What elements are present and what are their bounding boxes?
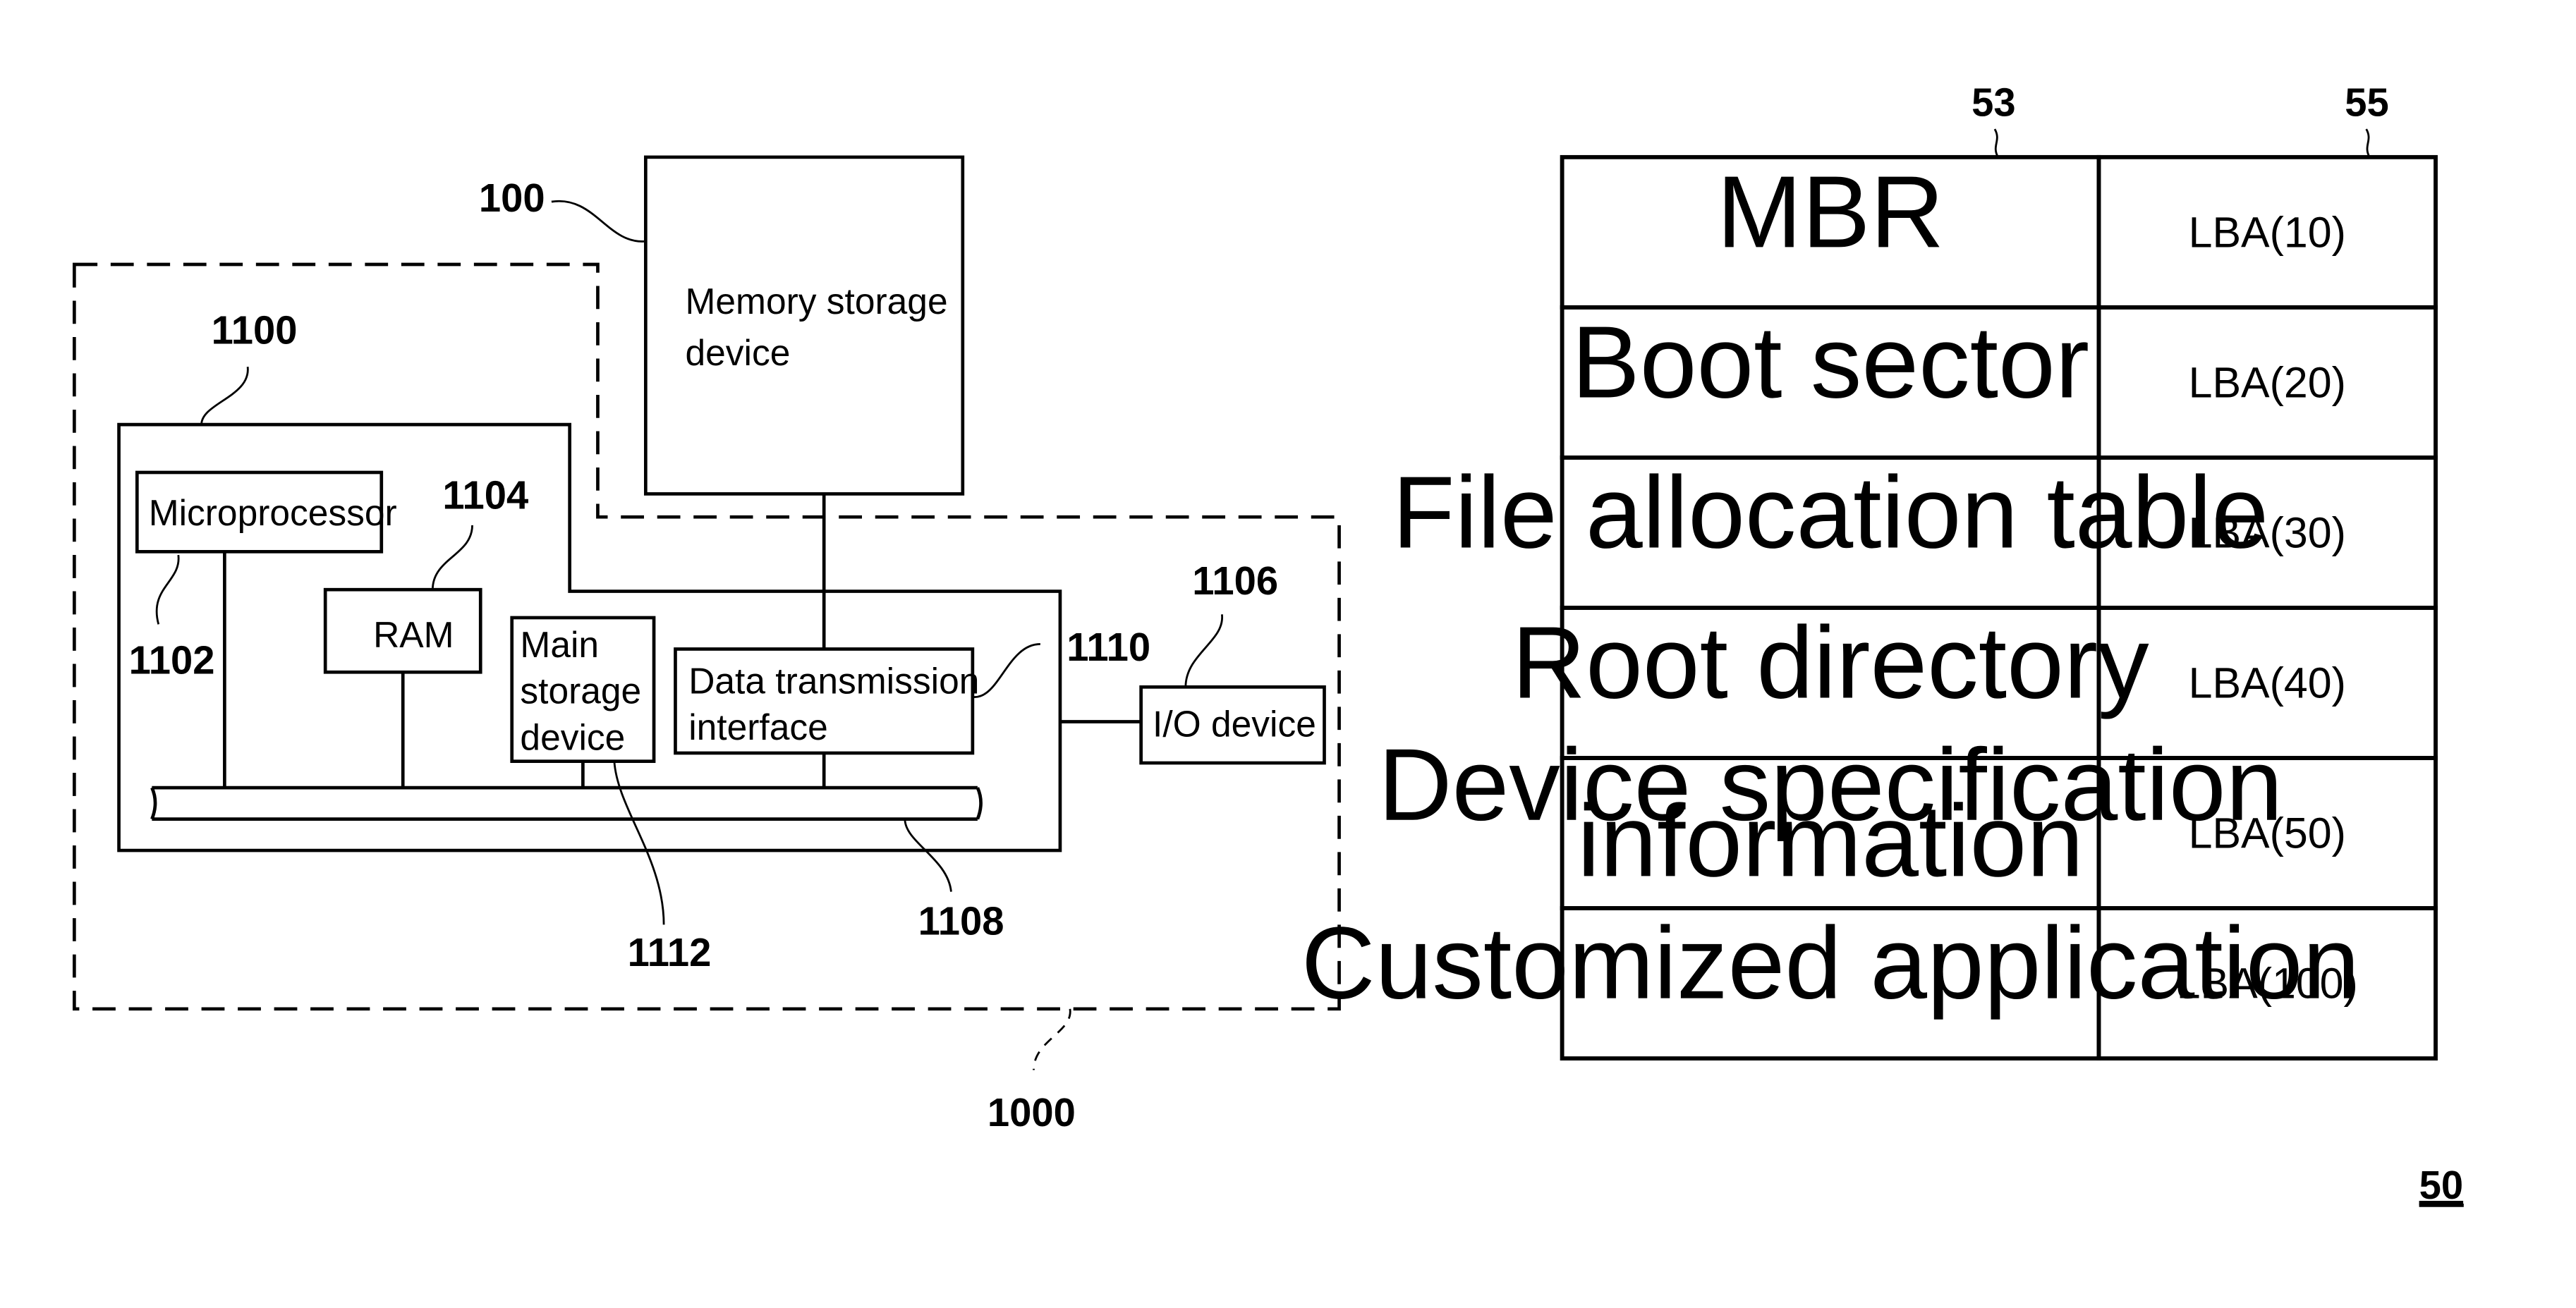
leader-53 [1993, 128, 1999, 158]
ref-1110: 1110 [1067, 625, 1150, 669]
svg-text:device: device [686, 332, 791, 373]
row-name-text: Boot sector [1572, 305, 2089, 419]
table-row: MBR LBA(10) [1560, 154, 2438, 310]
main-storage-label-3: device [520, 716, 625, 757]
leader-55 [2365, 128, 2371, 158]
ref-100: 100 [479, 176, 545, 220]
leader-1102 [155, 554, 180, 625]
leader-1000 [1033, 1008, 1071, 1070]
ref-1102: 1102 [129, 638, 215, 683]
patent-figure: Memory storage device Microprocessor RAM… [73, 80, 2464, 1207]
data-interface-label-2: interface [688, 707, 828, 747]
partition-table: MBR LBA(10) Boot sector LBA(20) File allocat… [1301, 154, 2438, 1061]
memory-storage-device-box [644, 155, 965, 496]
leader-1106 [1184, 614, 1223, 687]
row-name-text: MBR [1717, 154, 1945, 269]
main-storage-label-1: Main [520, 624, 599, 665]
leader-1112 [613, 761, 665, 925]
table-row: Customized applicationLBA(100) [1301, 906, 2438, 1061]
leader-1108 [904, 819, 952, 892]
row-address-text: LBA(20) [2189, 358, 2346, 406]
ref-1100: 1100 [212, 307, 298, 352]
main-storage-label-2: storage [520, 671, 641, 711]
ref-55: 55 [2345, 80, 2388, 124]
row-address-text: LBA(100) [2177, 960, 2358, 1008]
table-row: Boot sector LBA(20) [1560, 305, 2438, 460]
leader-100 [551, 200, 646, 243]
io-device-label: I/O device [1153, 704, 1316, 745]
system-bus [150, 786, 983, 821]
row-address-text: LBA(10) [2189, 208, 2346, 256]
memory-storage-label-1: Memory storage [686, 281, 948, 322]
ref-1108: 1108 [918, 898, 1004, 943]
ram-label: RAM [373, 614, 454, 655]
ref-1112: 1112 [628, 930, 712, 974]
row-name-text: Root directory [1512, 606, 2149, 720]
row-address-text: LBA(30) [2189, 509, 2346, 557]
data-interface-label-1: Data transmission [688, 661, 979, 702]
row-name-text: information [1577, 783, 2084, 898]
svg-text:Memory storage: Memory storage [686, 281, 948, 322]
row-name-text: File allocation table [1392, 456, 2268, 570]
ref-1104: 1104 [442, 472, 528, 517]
microprocessor-label: Microprocessor [149, 492, 397, 533]
leader-1110 [972, 643, 1040, 698]
row-address-text: LBA(40) [2189, 659, 2346, 707]
table-row: Device specificationinformation LBA(50) [1378, 728, 2438, 910]
table-row: File allocation tableLBA(30) [1392, 456, 2438, 610]
memory-storage-label-2: device [686, 332, 791, 373]
ref-53: 53 [1972, 80, 2015, 124]
leader-1104 [431, 525, 473, 590]
leader-1100 [200, 367, 249, 425]
ref-1106: 1106 [1192, 558, 1278, 603]
figure-number-50: 50 [2419, 1163, 2463, 1207]
row-address-text: LBA(50) [2189, 809, 2346, 857]
ref-1000: 1000 [988, 1090, 1076, 1135]
